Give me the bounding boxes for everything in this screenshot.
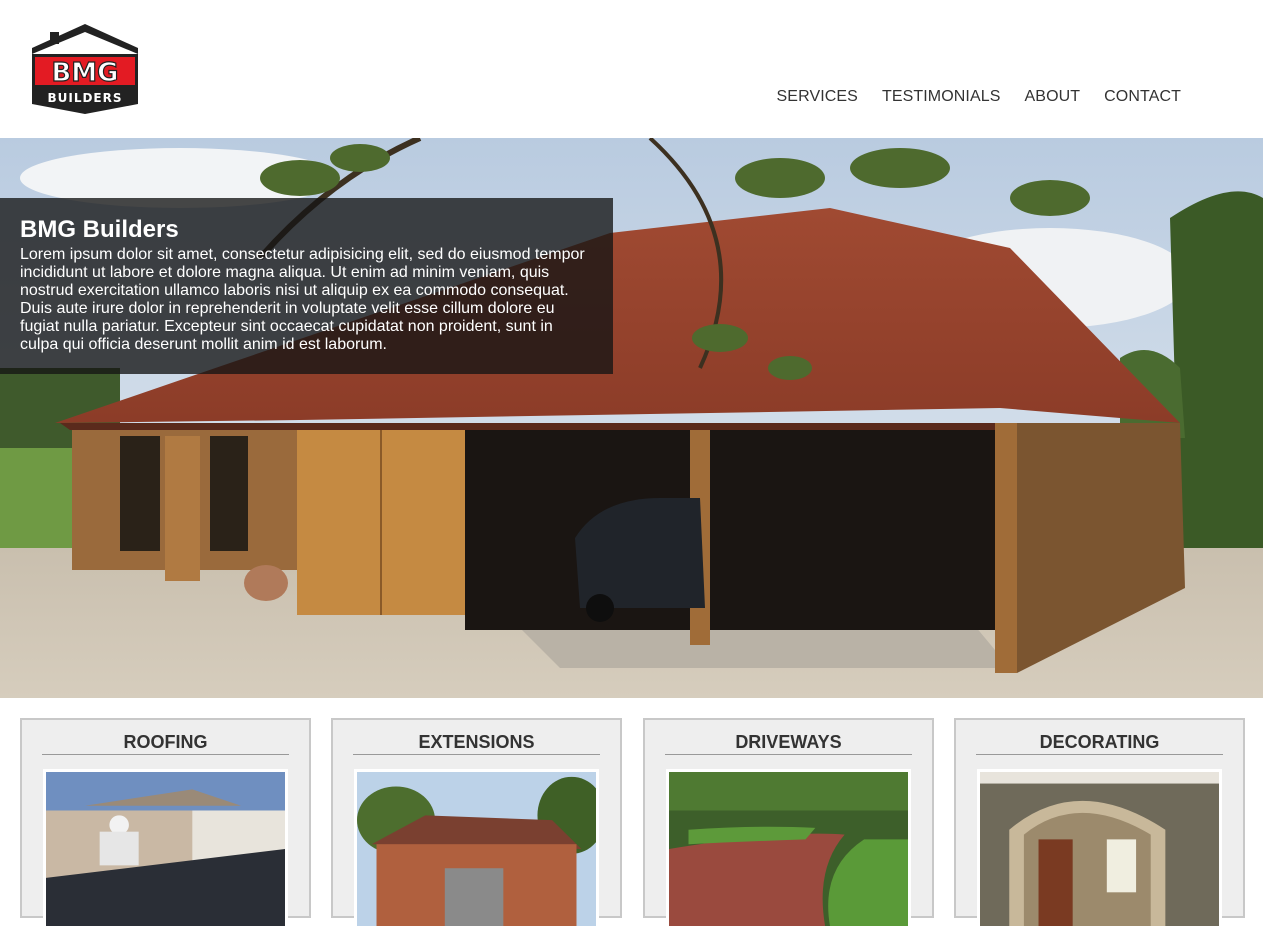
roofing-image[interactable] [43, 769, 288, 929]
services-section: ROOFING EXTENSIONS DRIVEWAYS DECORATING [0, 698, 1263, 929]
site-header: BMG BUILDERS SERVICES TESTIMONIALS ABOUT… [0, 0, 1263, 138]
extensions-image[interactable] [354, 769, 599, 929]
divider [42, 754, 289, 755]
hero-text: Lorem ipsum dolor sit amet, consectetur … [20, 246, 585, 353]
service-card-extensions[interactable]: EXTENSIONS [331, 718, 622, 929]
logo-text-bottom: BUILDERS [47, 91, 122, 105]
bmg-builders-logo[interactable]: BMG BUILDERS [30, 22, 140, 114]
divider [353, 754, 600, 755]
driveways-image[interactable] [666, 769, 911, 929]
hero-banner: BMG Builders Lorem ipsum dolor sit amet,… [0, 138, 1263, 698]
nav-contact[interactable]: CONTACT [1104, 88, 1181, 106]
service-title: DRIVEWAYS [735, 732, 842, 752]
nav-about[interactable]: ABOUT [1025, 88, 1081, 106]
service-card-roofing[interactable]: ROOFING [20, 718, 311, 929]
hero-title: BMG Builders [20, 216, 179, 243]
nav-testimonials[interactable]: TESTIMONIALS [882, 88, 1001, 106]
service-card-decorating[interactable]: DECORATING [954, 718, 1245, 929]
service-title: EXTENSIONS [418, 732, 535, 752]
service-title: DECORATING [1039, 732, 1160, 752]
service-card-driveways[interactable]: DRIVEWAYS [643, 718, 934, 929]
logo-graphic: BMG BUILDERS [32, 24, 138, 114]
divider [976, 754, 1223, 755]
decorating-image[interactable] [977, 769, 1222, 929]
service-title: ROOFING [123, 732, 208, 752]
hero-caption-box: BMG Builders Lorem ipsum dolor sit amet,… [0, 198, 613, 374]
divider [665, 754, 912, 755]
logo-text-top: BMG [51, 58, 118, 88]
nav-services[interactable]: SERVICES [777, 88, 858, 106]
main-nav: SERVICES TESTIMONIALS ABOUT CONTACT [753, 88, 1181, 106]
